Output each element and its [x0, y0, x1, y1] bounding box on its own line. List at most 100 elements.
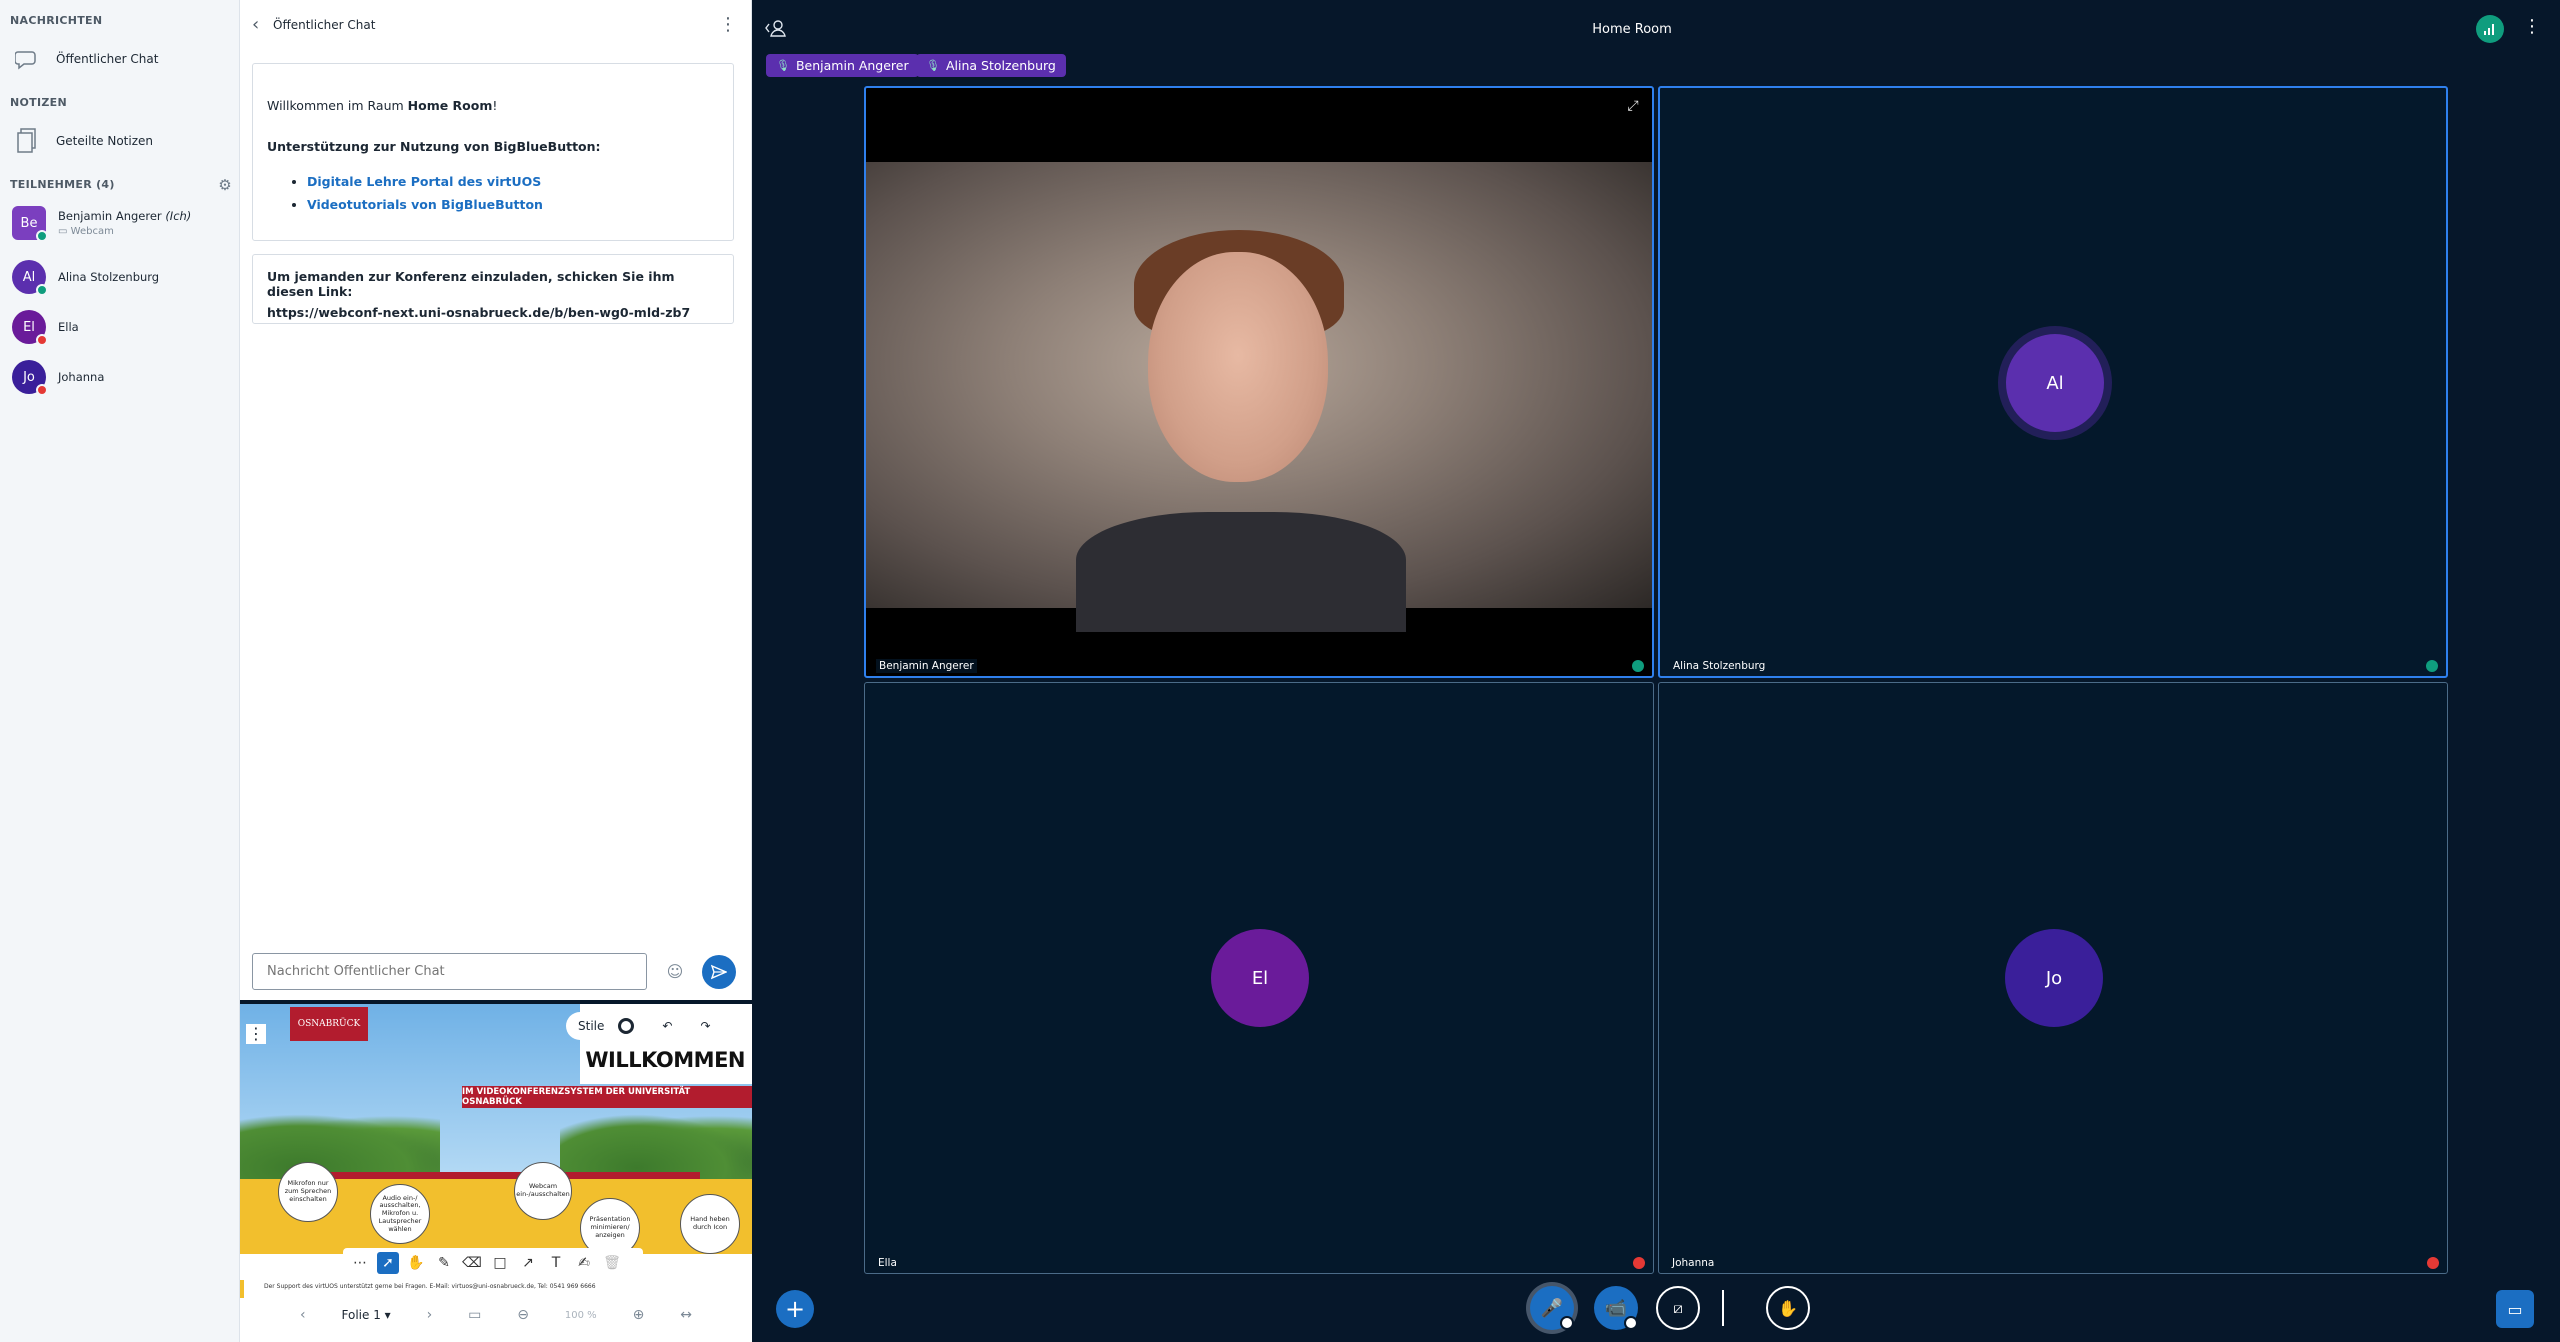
user-sub-label: Webcam	[70, 226, 114, 237]
whiteboard-toolbar: ⋯ ➚ ✋ ✎ ⌫ □ ↗ T ✍ 🗑	[343, 1248, 643, 1278]
slide-title: WILLKOMMEN	[585, 1048, 745, 1072]
bigbluebutton-app: NACHRICHTEN Öffentlicher Chat NOTIZEN Ge…	[0, 0, 2560, 1342]
user-name: Benjamin Angerer	[58, 209, 162, 223]
pencil-tool-icon[interactable]: ✎	[433, 1252, 455, 1274]
muted-mic-icon	[1633, 1257, 1645, 1269]
styles-panel[interactable]: Stile ↶ ↷	[566, 1012, 746, 1040]
user-name: Johanna	[58, 370, 105, 384]
webcam-video	[866, 162, 1652, 632]
notes-header: NOTIZEN	[10, 96, 67, 109]
slide-bubble: Audio ein-/ ausschalten, Mikrofon u. Lau…	[370, 1184, 430, 1244]
redo-icon[interactable]: ↷	[700, 1019, 710, 1033]
video-tile[interactable]: El Ella	[864, 682, 1654, 1274]
screenshare-button[interactable]: ⧄	[1656, 1286, 1700, 1330]
status-dot	[36, 334, 48, 346]
note-tool-icon[interactable]: ✍	[573, 1252, 595, 1274]
status-dot	[36, 284, 48, 296]
actions-plus-button[interactable]: +	[776, 1290, 814, 1328]
send-button[interactable]	[702, 955, 736, 989]
chat-message-input[interactable]	[252, 953, 647, 990]
tile-user-name: Ella	[875, 1256, 900, 1270]
presentation-slide[interactable]: OSNABRÜCK WILLKOMMEN IM VIDEOKONFERENZSY…	[240, 1004, 752, 1298]
text-tool-icon[interactable]: T	[545, 1252, 567, 1274]
camera-icon: 📹	[1604, 1297, 1628, 1319]
participants-header: TEILNEHMER (4)	[10, 178, 115, 191]
user-list-item[interactable]: El Ella	[12, 310, 232, 346]
public-chat-label: Öffentlicher Chat	[56, 52, 159, 66]
fit-slide-icon[interactable]: ▭	[468, 1307, 481, 1323]
pan-tool-icon[interactable]: ✋	[405, 1252, 427, 1274]
microphone-icon: 🎤	[1540, 1297, 1564, 1319]
presentation-options-button[interactable]: ⋮	[246, 1024, 266, 1044]
link-video-tutorials[interactable]: Videotutorials von BigBlueButton	[307, 197, 543, 212]
undo-icon[interactable]: ↶	[662, 1019, 672, 1033]
connection-status-icon[interactable]	[2476, 15, 2504, 43]
slide-select[interactable]: Folie 1 ▾	[342, 1308, 391, 1322]
presentation-area: OSNABRÜCK WILLKOMMEN IM VIDEOKONFERENZSY…	[240, 1004, 752, 1342]
user-list-item[interactable]: Al Alina Stolzenburg	[12, 260, 232, 296]
video-tile[interactable]: Al Alina Stolzenburg	[1658, 86, 2448, 678]
webcam-button[interactable]: 📹	[1594, 1286, 1638, 1330]
invite-message: Um jemanden zur Konferenz einzuladen, sc…	[252, 254, 734, 324]
sidebar-item-public-chat[interactable]: Öffentlicher Chat	[12, 44, 158, 74]
room-name: Home Room	[407, 98, 493, 113]
unmuted-mic-icon	[1632, 660, 1644, 672]
user-list-item[interactable]: Be Benjamin Angerer (Ich) ▭ Webcam	[12, 206, 232, 242]
slide-bubble: Webcam ein-/ausschalten	[514, 1162, 572, 1220]
avatar: Jo	[2005, 929, 2103, 1027]
status-dot	[36, 384, 48, 396]
raise-hand-button[interactable]: ✋	[1766, 1286, 1810, 1330]
more-tools-icon[interactable]: ⋯	[349, 1252, 371, 1274]
muted-mic-icon	[2427, 1257, 2439, 1269]
zoom-out-icon[interactable]: ⊖	[517, 1307, 529, 1323]
slide-navigation: ‹ Folie 1 ▾ › ▭ ⊖ 100 % ⊕ ↔	[280, 1298, 712, 1332]
trash-icon[interactable]: 🗑	[601, 1252, 623, 1274]
sidebar-item-shared-notes[interactable]: Geteilte Notizen	[12, 126, 153, 156]
avatar: El	[1211, 929, 1309, 1027]
chat-panel: ‹ Öffentlicher Chat ⋮ Willkommen im Raum…	[240, 0, 752, 1000]
chevron-left-icon[interactable]: ‹	[252, 14, 272, 35]
mic-icon: 🎙	[926, 59, 940, 72]
options-menu-icon[interactable]: ⋮	[2522, 16, 2542, 42]
notes-icon	[12, 126, 42, 156]
mute-button[interactable]: 🎤	[1530, 1286, 1574, 1330]
user-list-item[interactable]: Jo Johanna	[12, 360, 232, 396]
gear-icon[interactable]: ⚙	[216, 176, 234, 194]
tile-user-name: Johanna	[1669, 1256, 1718, 1270]
talking-indicator[interactable]: 🎙 Benjamin Angerer	[766, 54, 919, 77]
fit-width-icon[interactable]: ↔	[680, 1307, 692, 1323]
support-heading: Unterstützung zur Nutzung von BigBlueBut…	[267, 139, 601, 154]
arrow-tool-icon[interactable]: ↗	[517, 1252, 539, 1274]
stroke-style-icon[interactable]	[618, 1018, 635, 1034]
fullscreen-icon[interactable]: ⤢	[1624, 98, 1642, 116]
emoji-icon[interactable]: ☺	[661, 958, 689, 986]
zoom-level: 100 %	[564, 1309, 597, 1321]
room-title: Home Room	[1592, 22, 1672, 37]
rectangle-tool-icon[interactable]: □	[489, 1252, 511, 1274]
mic-icon: 🎙	[776, 59, 790, 72]
presentation-icon: ▭	[2507, 1299, 2523, 1319]
tile-user-name: Benjamin Angerer	[876, 659, 977, 673]
slide-banner: IM VIDEOKONFERENZSYSTEM DER UNIVERSITÄT …	[462, 1086, 752, 1108]
previous-slide-icon[interactable]: ‹	[300, 1307, 306, 1323]
video-tile[interactable]: ⤢ Benjamin Angerer	[864, 86, 1654, 678]
avatar: Al	[12, 260, 48, 296]
user-name: Ella	[58, 320, 79, 334]
welcome-message: Willkommen im Raum Home Room! Unterstütz…	[252, 63, 734, 241]
you-label: (Ich)	[165, 209, 192, 223]
link-virtuos-portal[interactable]: Digitale Lehre Portal des virtUOS	[307, 174, 541, 189]
hand-icon: ✋	[1778, 1298, 1798, 1318]
chat-title[interactable]: Öffentlicher Chat	[273, 18, 375, 32]
zoom-in-icon[interactable]: ⊕	[633, 1307, 645, 1323]
chat-options-button[interactable]: ⋮	[718, 14, 738, 35]
select-tool-icon[interactable]: ➚	[377, 1252, 399, 1274]
talking-indicator[interactable]: 🎙 Alina Stolzenburg	[916, 54, 1066, 77]
presentation-toggle-button[interactable]: ▭	[2496, 1290, 2534, 1328]
next-slide-icon[interactable]: ›	[427, 1307, 433, 1323]
eraser-tool-icon[interactable]: ⌫	[461, 1252, 483, 1274]
messages-header: NACHRICHTEN	[10, 14, 103, 27]
invite-link[interactable]: https://webconf-next.uni-osnabrueck.de/b…	[267, 305, 719, 320]
toolbar-divider	[1722, 1290, 1724, 1326]
chat-bubble-icon	[12, 44, 42, 74]
video-tile[interactable]: Jo Johanna	[1658, 682, 2448, 1274]
